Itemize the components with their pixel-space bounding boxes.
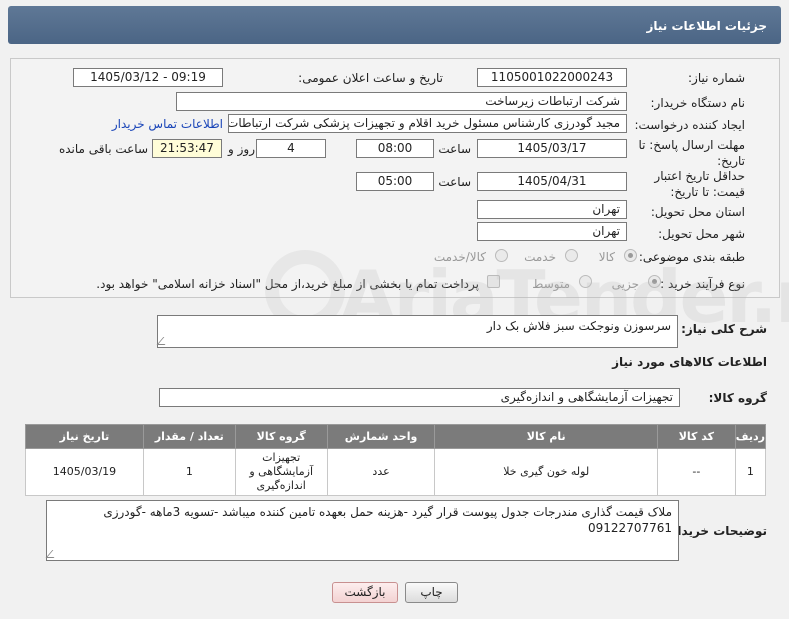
process-radio-minor[interactable] xyxy=(648,275,661,288)
buyer-notes-text: ملاک قیمت گذاری مندرجات جدول پیوست قرار … xyxy=(103,505,672,535)
reply-time-field: 08:00 xyxy=(356,139,434,158)
category-option-goods-service: کالا/خدمت xyxy=(433,250,486,264)
remaining-label: ساعت باقی مانده xyxy=(58,142,148,156)
city-label: شهر محل تحویل: xyxy=(658,227,745,241)
back-button[interactable]: بازگشت xyxy=(332,582,398,603)
category-option-goods: کالا xyxy=(598,250,615,264)
col-date: تاریخ نیاز xyxy=(25,424,144,449)
buyer-contact-link[interactable]: اطلاعات تماس خریدار xyxy=(112,117,223,131)
category-label: طبقه بندی موضوعی: xyxy=(638,250,745,264)
table-row: 1 -- لوله خون گیری خلا عدد تجهیزات آزمای… xyxy=(25,448,767,496)
summary-label: شرح کلی نیاز: xyxy=(681,322,767,336)
goods-group-field: تجهیزات آزمایشگاهی و اندازه‌گیری xyxy=(159,388,680,407)
col-qty: تعداد / مقدار xyxy=(142,424,236,449)
category-radio-service[interactable] xyxy=(565,249,578,262)
need-number-field: 1105001022000243 xyxy=(477,68,627,87)
page-title: جزئیات اطلاعات نیاز xyxy=(8,6,781,44)
cell-date: 1405/03/19 xyxy=(25,448,144,496)
cell-row: 1 xyxy=(734,448,767,496)
category-option-service: خدمت xyxy=(524,250,556,264)
summary-text: سرسوزن ونوجکت سبز فلاش بک دار xyxy=(486,319,671,333)
treasury-payment-checkbox[interactable] xyxy=(487,275,500,288)
price-validity-label: حداقل تاریخ اعتبار قیمت: تا تاریخ: xyxy=(654,169,745,199)
buyer-notes-label: توضیحات خریدار: xyxy=(665,524,767,538)
col-group: گروه کالا xyxy=(234,424,328,449)
city-field: تهران xyxy=(477,222,627,241)
reply-deadline-label: مهلت ارسال پاسخ: تا تاریخ: xyxy=(638,138,745,168)
summary-textarea[interactable]: سرسوزن ونوجکت سبز فلاش بک دار xyxy=(156,315,678,348)
announce-label: تاریخ و ساعت اعلان عمومی: xyxy=(298,71,443,85)
col-unit: واحد شمارش xyxy=(326,424,436,449)
buyer-org-label: نام دستگاه خریدار: xyxy=(650,96,746,110)
process-option-medium: متوسط xyxy=(532,277,570,291)
buyer-notes-textarea[interactable]: ملاک قیمت گذاری مندرجات جدول پیوست قرار … xyxy=(45,500,679,561)
table-header-row: ردیف کد کالا نام کالا واحد شمارش گروه کا… xyxy=(25,424,767,449)
reply-date-field: 1405/03/17 xyxy=(477,139,627,158)
col-name: نام کالا xyxy=(434,424,658,449)
cell-name: لوله خون گیری خلا xyxy=(434,448,658,496)
process-radio-medium[interactable] xyxy=(579,275,592,288)
creator-field: مجید گودرزی کارشناس مسئول خرید اقلام و ت… xyxy=(228,114,627,133)
remaining-time-field: 21:53:47 xyxy=(152,139,222,158)
cell-qty: 1 xyxy=(142,448,236,496)
buyer-org-field: شرکت ارتباطات زیرساخت xyxy=(176,92,627,111)
goods-table: ردیف کد کالا نام کالا واحد شمارش گروه کا… xyxy=(25,424,767,496)
resize-handle-icon[interactable] xyxy=(156,337,172,345)
goods-group-label: گروه کالا: xyxy=(708,391,767,405)
category-radio-goods-service[interactable] xyxy=(495,249,508,262)
announce-datetime-field: 1405/03/12 - 09:19 xyxy=(73,68,223,87)
col-row: ردیف xyxy=(734,424,767,449)
cell-code: -- xyxy=(656,448,736,496)
creator-label: ایجاد کننده درخواست: xyxy=(634,118,745,132)
days-field: 4 xyxy=(256,139,326,158)
treasury-payment-note: پرداخت تمام یا بخشی از مبلغ خرید،از محل … xyxy=(96,277,479,291)
resize-handle-icon[interactable] xyxy=(45,550,61,558)
province-field: تهران xyxy=(477,200,627,219)
process-option-minor: جزیی xyxy=(611,277,639,291)
goods-section-title: اطلاعات کالاهای مورد نیاز xyxy=(612,355,767,369)
process-label: نوع فرآیند خرید : xyxy=(660,277,745,291)
validity-time-field: 05:00 xyxy=(356,172,434,191)
category-radio-goods[interactable] xyxy=(624,249,637,262)
province-label: استان محل تحویل: xyxy=(650,205,745,219)
reply-time-label: ساعت xyxy=(438,142,471,156)
cell-group: تجهیزات آزمایشگاهی و اندازه‌گیری xyxy=(234,448,328,496)
print-button[interactable]: چاپ xyxy=(405,582,458,603)
col-code: کد کالا xyxy=(656,424,736,449)
validity-time-label: ساعت xyxy=(438,175,471,189)
days-label: روز و xyxy=(228,142,255,156)
need-number-label: شماره نیاز: xyxy=(688,71,745,85)
validity-date-field: 1405/04/31 xyxy=(477,172,627,191)
cell-unit: عدد xyxy=(326,448,436,496)
